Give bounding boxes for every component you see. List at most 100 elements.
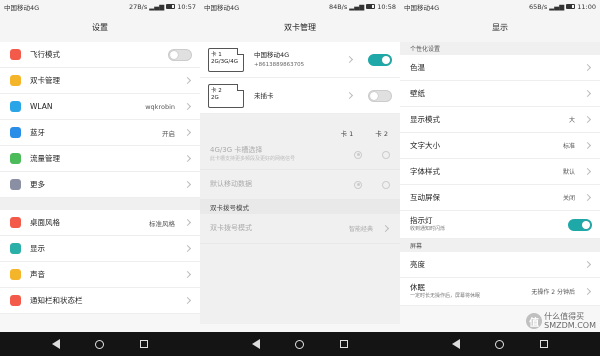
sleep-sub: 一定时长无操作后，屏幕将休眠 [410,292,481,299]
slot-select-label: 4G/3G 卡槽选择 [210,145,263,154]
sim1-row[interactable]: 卡 1 2G/3G/4G 中国移动4G +8613889863705 [200,42,400,78]
sim-card-type: 2G [211,94,219,101]
toggle-switch[interactable] [168,48,192,61]
slot-radio-sim2[interactable] [382,150,390,159]
sound-icon [10,269,21,280]
settings-item[interactable]: WLAN wqkrobin [0,94,200,120]
signal-icon: ▂▄▆ [149,2,165,11]
chevron-right-icon [183,218,192,227]
back-icon[interactable] [51,339,60,349]
display-setting-item[interactable]: 壁纸 [400,81,600,107]
sim-carrier: 中国移动4G [254,50,290,59]
display-setting-item[interactable]: 色温 [400,55,600,81]
dual-sim-screen: 中国移动4G 84B/s ▂▄▆ 10:58 双卡管理 卡 1 2G/3G/4G… [200,0,400,356]
settings-item-label: 蓝牙 [30,128,45,137]
display-setting-label: 互动屏保 [410,193,440,202]
settings-item[interactable]: 显示 [0,236,200,262]
dial-mode-label: 双卡拨号模式 [210,224,252,232]
display-setting-item[interactable]: 显示模式 大 [400,107,600,133]
settings-item[interactable]: 双卡管理 [0,68,200,94]
sim-card-number: 卡 2 [211,87,222,94]
settings-item[interactable]: 流量管理 [0,146,200,172]
chevron-right-icon [345,55,354,64]
display-screen: 中国移动4G 65B/s ▂▄▆ 11:00 显示 个性化设置 色温 壁纸 显示模式… [400,0,600,356]
sim2-toggle[interactable] [368,89,392,102]
clock: 10:57 [177,2,196,11]
column-header: 卡 1 卡 2 [200,126,400,140]
sim-card-number: 卡 1 [211,51,222,58]
notification-icon [10,295,21,306]
chevron-right-icon [583,260,592,269]
battery-icon [166,4,176,9]
signal-icon: ▂▄▆ [549,2,565,11]
watermark-logo-icon: 值 [526,313,543,329]
back-icon[interactable] [251,339,260,349]
settings-screen: 中国移动4G 27B/s ▂▄▆ 10:57 设置 飞行模式双卡管理 WLAN wq… [0,0,200,356]
sim-card-icon: 卡 1 2G/3G/4G [208,47,244,72]
display-setting-item[interactable]: 字体样式 默认 [400,159,600,185]
dial-mode-value: 智能经典 [348,226,373,233]
settings-item-value: wqkrobin [145,102,175,111]
home-style-icon [10,217,21,228]
home-icon[interactable] [295,339,305,349]
display-setting-value: 大 [568,117,575,124]
page-title: 双卡管理 [200,13,400,42]
settings-item[interactable]: 蓝牙 开启 [0,120,200,146]
display-setting-value: 关闭 [562,195,575,202]
settings-item[interactable]: 飞行模式 [0,42,200,68]
bluetooth-icon [10,127,21,138]
data-usage-icon [10,153,21,164]
settings-item-label: 显示 [30,244,45,253]
data-radio-sim2[interactable] [382,180,390,189]
nav-bar [400,332,600,356]
settings-item[interactable]: 通知栏和状态栏 [0,288,200,314]
battery-icon [566,4,576,9]
nav-bar [200,332,400,356]
slot-radio-sim1[interactable] [354,150,362,159]
settings-item[interactable]: 桌面风格 标准风格 [0,210,200,236]
back-icon[interactable] [451,339,460,349]
settings-item[interactable]: 更多 [0,172,200,198]
settings-item-value: 标准风格 [149,219,175,228]
wifi-icon [10,101,21,112]
indicator-toggle[interactable] [568,218,592,231]
signal-icon: ▂▄▆ [349,2,365,11]
settings-item-value: 开启 [162,129,175,138]
data-radio-sim1[interactable] [354,180,362,189]
default-data-row: 默认移动数据 [200,170,400,200]
display-setting-label: 色温 [410,63,425,72]
display-setting-item[interactable]: 互动屏保 关闭 [400,185,600,211]
carrier-label: 中国移动4G [4,3,40,12]
display-setting-value: 标准 [562,143,575,150]
section-header: 屏幕 [400,239,600,252]
sim1-toggle[interactable] [368,53,392,66]
network-speed: 27B/s [128,2,148,11]
display-setting-item[interactable]: 文字大小 标准 [400,133,600,159]
status-bar: 中国移动4G 27B/s ▂▄▆ 10:57 [0,0,200,13]
sleep-row[interactable]: 休眠 一定时长无操作后，屏幕将休眠 无操作 2 分钟后 [400,278,600,306]
sim-status: 未插卡 [254,91,274,100]
indicator-row[interactable]: 指示灯 收到通知时闪烁 [400,211,600,239]
settings-item[interactable]: 声音 [0,262,200,288]
col-sim1: 卡 1 [340,130,354,138]
recents-icon[interactable] [540,340,549,348]
battery-icon [366,4,376,9]
display-setting-label: 文字大小 [410,141,440,150]
sim2-row[interactable]: 卡 2 2G 未插卡 [200,78,400,114]
airplane-icon [10,49,21,60]
recents-icon[interactable] [140,340,149,348]
chevron-right-icon [183,270,192,279]
settings-item-label: 飞行模式 [30,50,60,59]
col-sim2: 卡 2 [375,130,388,138]
brightness-row[interactable]: 亮度 [400,252,600,278]
page-title: 设置 [0,13,200,42]
home-icon[interactable] [495,339,505,349]
settings-item-label: 双卡管理 [30,76,60,85]
sim-number: +8613889863705 [254,61,305,68]
sleep-value: 无操作 2 分钟后 [531,289,575,296]
home-icon[interactable] [95,339,105,349]
chevron-right-icon [583,89,592,98]
watermark-line2: SMZDM.COM [544,321,596,330]
recents-icon[interactable] [340,340,349,348]
sim-card-type: 2G/3G/4G [211,58,238,65]
